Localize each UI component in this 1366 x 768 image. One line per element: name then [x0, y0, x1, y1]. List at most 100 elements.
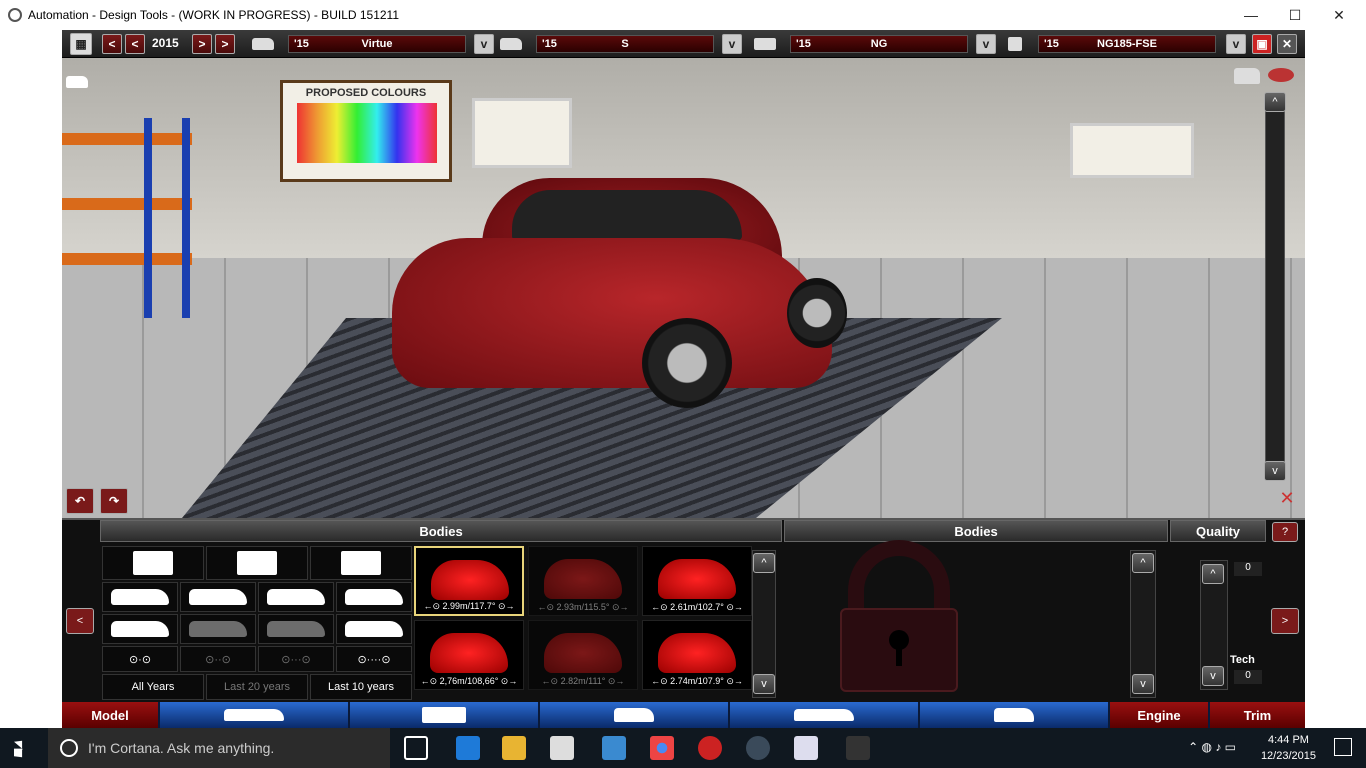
view-scroll-up[interactable]: ^	[1264, 92, 1286, 112]
bodies-scroll-down[interactable]: v	[753, 674, 775, 694]
trim-car-icon	[500, 38, 522, 50]
file-explorer-icon[interactable]	[502, 736, 526, 760]
help-button[interactable]: ?	[1272, 522, 1298, 542]
body-filter-sedan[interactable]	[258, 582, 334, 612]
quality-down-button[interactable]: v	[1202, 666, 1224, 686]
engine-field[interactable]: '15 NG185-FSE	[1038, 35, 1216, 53]
tab-engine[interactable]: Engine	[1110, 702, 1208, 728]
filter-all-years[interactable]: All Years	[102, 674, 204, 700]
body-dropdown[interactable]: v	[976, 34, 996, 54]
car-view-icon[interactable]	[66, 76, 88, 88]
locked-scroll-down[interactable]: v	[1132, 674, 1154, 694]
clock-time: 4:44 PM	[1267, 734, 1309, 746]
body-thumb[interactable]: ←⊙ 2.82m/111° ⊙→	[528, 620, 638, 690]
body-tab-icon	[224, 709, 284, 721]
model-field[interactable]: '15 Virtue	[288, 35, 466, 53]
cortana-placeholder: I'm Cortana. Ask me anything.	[88, 740, 275, 756]
body-thumb[interactable]: ←⊙ 2.99m/117.7° ⊙→	[414, 546, 524, 616]
year-prev-button[interactable]: <	[125, 34, 145, 54]
year-prev-fast-button[interactable]: <	[102, 34, 122, 54]
task-view-icon[interactable]	[404, 736, 428, 760]
tab-body[interactable]	[160, 702, 348, 728]
chassis-filter-2[interactable]	[206, 546, 308, 580]
notepad-icon[interactable]	[846, 736, 870, 760]
filter-last-20-years[interactable]: Last 20 years	[206, 674, 308, 700]
3d-viewport[interactable]: PROPOSED COLOURS ↶ ↷ ✕	[62, 58, 1305, 518]
cortana-search[interactable]: I'm Cortana. Ask me anything.	[48, 728, 390, 768]
wheelbase-filter-3[interactable]: ⊙···⊙	[258, 646, 334, 672]
lights-tab-icon	[614, 708, 654, 722]
view-scroll-down[interactable]: v	[1264, 461, 1286, 481]
year-next-button[interactable]: >	[192, 34, 212, 54]
power-app-icon[interactable]	[698, 736, 722, 760]
window-title: Automation - Design Tools - (WORK IN PRO…	[28, 8, 400, 22]
edge-icon[interactable]	[456, 736, 480, 760]
body-filter-pickup[interactable]	[180, 614, 256, 644]
body-filter-suv[interactable]	[102, 614, 178, 644]
minimize-button[interactable]: —	[1228, 0, 1274, 30]
automation-app-icon[interactable]	[794, 736, 818, 760]
tab-model[interactable]: Model	[62, 702, 158, 728]
bodies-right-header: Bodies	[784, 520, 1168, 542]
chassis-tab-icon	[422, 707, 466, 723]
prev-page-button[interactable]: <	[66, 608, 94, 634]
start-icon[interactable]	[14, 740, 23, 758]
trim-field[interactable]: '15 S	[536, 35, 714, 53]
body-filter-utility[interactable]	[258, 614, 334, 644]
hide-car-icon[interactable]: ✕	[1276, 488, 1298, 508]
tab-chassis[interactable]	[350, 702, 538, 728]
model-dropdown[interactable]: v	[474, 34, 494, 54]
body-filter-van[interactable]	[180, 582, 256, 612]
close-button[interactable]: ✕	[1316, 0, 1362, 30]
trim-dropdown[interactable]: v	[722, 34, 742, 54]
engine-dropdown[interactable]: v	[1226, 34, 1246, 54]
clock[interactable]: 4:44 PM 12/23/2015	[1261, 732, 1316, 764]
wheelbase-filter-1[interactable]: ⊙·⊙	[102, 646, 178, 672]
chassis-filter-3[interactable]	[310, 546, 412, 580]
steam-icon[interactable]	[746, 736, 770, 760]
tab-styling[interactable]	[730, 702, 918, 728]
eye-icon[interactable]	[1268, 68, 1294, 82]
quality-up-button[interactable]: ^	[1202, 564, 1224, 584]
chassis-filter-1[interactable]	[102, 546, 204, 580]
body-thumb[interactable]: ←⊙ 2,76m/108,66° ⊙→	[414, 620, 524, 690]
chrome-icon[interactable]	[650, 736, 674, 760]
tray-icons[interactable]: ⌃ ◍ ♪ ▭	[1188, 740, 1236, 754]
filter-last-10-years[interactable]: Last 10 years	[310, 674, 412, 700]
body-thumb[interactable]: ←⊙ 2.74m/107.9° ⊙→	[642, 620, 752, 690]
redo-icon[interactable]: ↷	[100, 488, 128, 514]
bodies-scroll-up[interactable]: ^	[753, 553, 775, 573]
shelf	[62, 253, 192, 265]
body-filter-hatch[interactable]	[102, 582, 178, 612]
undo-icon[interactable]: ↶	[66, 488, 94, 514]
body-filter-coupe[interactable]	[336, 582, 412, 612]
wheelbase-filter-2[interactable]: ⊙··⊙	[180, 646, 256, 672]
body-filter-convertible[interactable]	[336, 614, 412, 644]
tab-fixtures[interactable]	[540, 702, 728, 728]
body-thumb[interactable]: ←⊙ 2.93m/115.5° ⊙→	[528, 546, 638, 616]
store-icon[interactable]	[550, 736, 574, 760]
red-sedan	[392, 178, 847, 408]
locked-scroll-up[interactable]: ^	[1132, 553, 1154, 573]
maximize-button[interactable]: ☐	[1272, 0, 1318, 30]
save-icon[interactable]: ▣	[1252, 34, 1272, 54]
app-icon[interactable]	[602, 736, 626, 760]
body-field[interactable]: '15 NG	[790, 35, 968, 53]
action-center-icon[interactable]	[1334, 738, 1352, 756]
engine-icon	[1008, 37, 1022, 51]
car-tab-icon	[794, 709, 854, 721]
colours-poster: PROPOSED COLOURS	[280, 80, 452, 182]
tab-trim[interactable]: Trim	[1210, 702, 1305, 728]
year-next-fast-button[interactable]: >	[215, 34, 235, 54]
calendar-icon[interactable]: ▦	[70, 33, 92, 55]
wheelbase-filter-4[interactable]: ⊙····⊙	[336, 646, 412, 672]
camera-icon[interactable]	[1234, 68, 1260, 84]
body-thumb[interactable]: ←⊙ 2.61m/102.7° ⊙→	[642, 546, 752, 616]
car-body	[392, 238, 832, 388]
tab-lights[interactable]	[920, 702, 1108, 728]
close-icon[interactable]: ✕	[1277, 34, 1297, 54]
next-page-button[interactable]: >	[1271, 608, 1299, 634]
design-tabs: Model Engine Trim	[62, 702, 1305, 728]
lock-icon	[840, 540, 958, 692]
view-scrollbar[interactable]: ^ v	[1264, 92, 1286, 481]
